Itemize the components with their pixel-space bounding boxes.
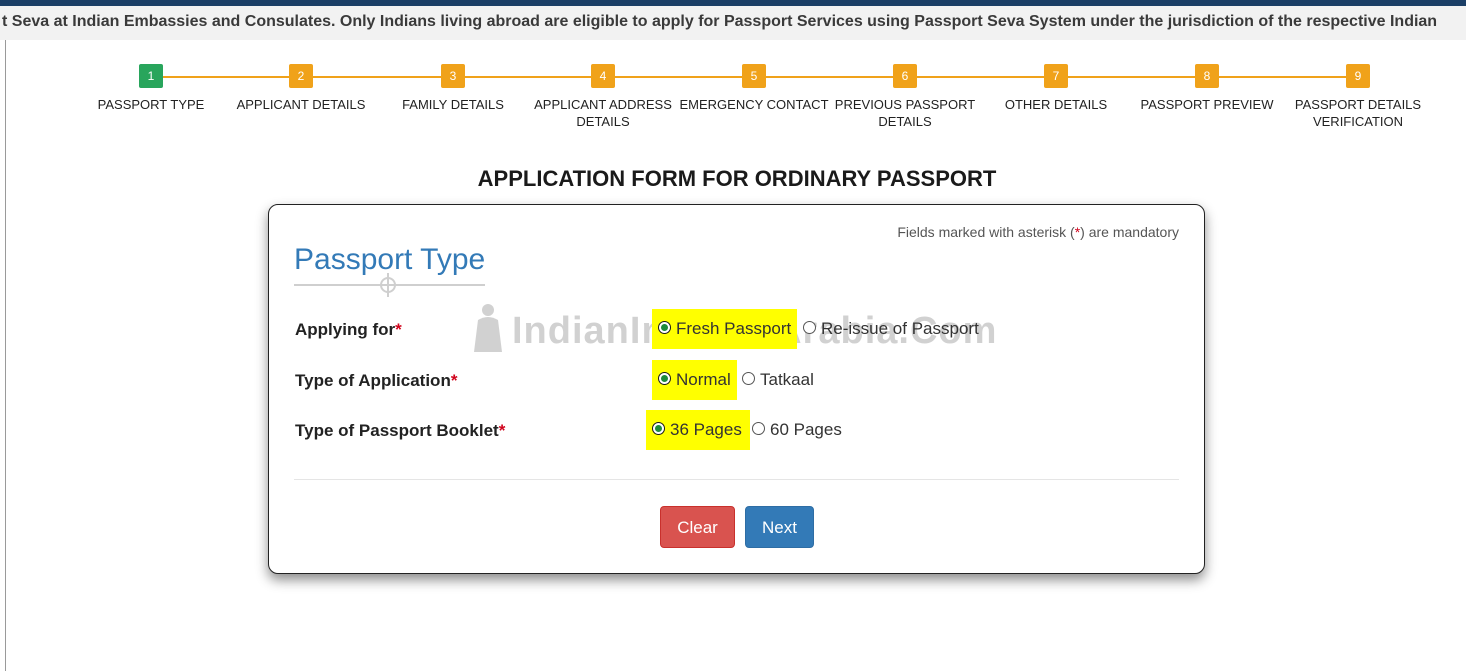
step-previous-passport-details[interactable]: 6 PREVIOUS PASSPORT DETAILS <box>830 64 980 130</box>
next-button[interactable]: Next <box>745 506 814 548</box>
applying-for-label: Applying for* <box>295 320 402 340</box>
reissue-passport-radio[interactable]: Re-issue of Passport <box>797 309 997 349</box>
applying-for-row: Applying for* Fresh Passport Re-issue of… <box>295 309 1175 349</box>
section-title: Passport Type <box>294 243 486 276</box>
clear-button[interactable]: Clear <box>660 506 735 548</box>
announcement-marquee: t Seva at Indian Embassies and Consulate… <box>0 6 1466 40</box>
fresh-passport-label: Fresh Passport <box>676 319 792 338</box>
application-type-label-text: Type of Application <box>295 371 451 390</box>
step-number: 4 <box>591 64 615 88</box>
required-asterisk: * <box>395 320 402 339</box>
mandatory-fields-note: Fields marked with asterisk (*) are mand… <box>897 224 1179 240</box>
radio-selected-icon[interactable] <box>658 321 671 334</box>
step-family-details[interactable]: 3 FAMILY DETAILS <box>378 64 528 113</box>
step-number: 3 <box>441 64 465 88</box>
application-type-row: Type of Application* Normal Tatkaal <box>295 360 1175 400</box>
booklet-type-row: Type of Passport Booklet* 36 Pages 60 Pa… <box>295 410 1175 450</box>
reissue-passport-label: Re-issue of Passport <box>821 319 979 338</box>
announcement-text: t Seva at Indian Embassies and Consulate… <box>2 13 1438 30</box>
step-passport-details-verification[interactable]: 9 PASSPORT DETAILS VERIFICATION <box>1283 64 1433 130</box>
step-number: 9 <box>1346 64 1370 88</box>
step-number: 8 <box>1195 64 1219 88</box>
step-passport-type[interactable]: 1 PASSPORT TYPE <box>76 64 226 113</box>
mandatory-note-prefix: Fields marked with asterisk ( <box>897 224 1075 240</box>
step-label: APPLICANT DETAILS <box>236 97 366 112</box>
normal-radio[interactable]: Normal <box>652 360 737 400</box>
step-number: 1 <box>139 64 163 88</box>
tatkaal-radio[interactable]: Tatkaal <box>736 360 836 400</box>
required-asterisk: * <box>450 371 458 390</box>
normal-label: Normal <box>676 370 731 389</box>
page-left-border <box>5 40 6 671</box>
60-pages-radio[interactable]: 60 Pages <box>746 410 856 450</box>
36-pages-label: 36 Pages <box>670 420 742 439</box>
progress-stepper: 1 PASSPORT TYPE 2 APPLICANT DETAILS 3 FA… <box>0 64 1466 134</box>
tatkaal-label: Tatkaal <box>760 370 814 389</box>
application-type-label: Type of Application* <box>295 371 457 391</box>
step-label: PREVIOUS PASSPORT DETAILS <box>834 97 976 129</box>
step-applicant-address-details[interactable]: 4 APPLICANT ADDRESS DETAILS <box>528 64 678 130</box>
radio-selected-icon[interactable] <box>652 422 665 435</box>
step-label: PASSPORT DETAILS VERIFICATION <box>1294 97 1422 129</box>
step-number: 2 <box>289 64 313 88</box>
36-pages-radio[interactable]: 36 Pages <box>646 410 750 450</box>
step-number: 6 <box>893 64 917 88</box>
page-title: APPLICATION FORM FOR ORDINARY PASSPORT <box>477 166 997 191</box>
step-other-details[interactable]: 7 OTHER DETAILS <box>981 64 1131 113</box>
step-applicant-details[interactable]: 2 APPLICANT DETAILS <box>226 64 376 113</box>
step-number: 5 <box>742 64 766 88</box>
step-label: FAMILY DETAILS <box>402 97 504 112</box>
crosshair-ornament-icon <box>376 273 400 297</box>
step-label: APPLICANT ADDRESS DETAILS <box>534 97 672 129</box>
passport-type-form-card: Fields marked with asterisk ( * ) are mand… <box>268 204 1205 574</box>
radio-unselected-icon[interactable] <box>752 422 765 435</box>
required-asterisk: * <box>498 421 506 440</box>
mandatory-note-suffix: ) are mandatory <box>1080 224 1179 240</box>
radio-selected-icon[interactable] <box>658 372 671 385</box>
60-pages-label: 60 Pages <box>770 420 842 439</box>
radio-unselected-icon[interactable] <box>803 321 816 334</box>
step-label: OTHER DETAILS <box>1004 97 1108 112</box>
booklet-type-label-text: Type of Passport Booklet <box>295 421 499 440</box>
step-label: PASSPORT TYPE <box>97 97 205 112</box>
radio-unselected-icon[interactable] <box>742 372 755 385</box>
form-divider <box>294 479 1179 480</box>
step-label: PASSPORT PREVIEW <box>1140 97 1274 112</box>
step-label: EMERGENCY CONTACT <box>679 97 829 112</box>
step-number: 7 <box>1044 64 1068 88</box>
step-passport-preview[interactable]: 8 PASSPORT PREVIEW <box>1132 64 1282 113</box>
step-emergency-contact[interactable]: 5 EMERGENCY CONTACT <box>679 64 829 113</box>
fresh-passport-radio[interactable]: Fresh Passport <box>652 309 797 349</box>
booklet-type-label: Type of Passport Booklet* <box>295 421 505 441</box>
applying-for-label-text: Applying for <box>295 320 396 339</box>
